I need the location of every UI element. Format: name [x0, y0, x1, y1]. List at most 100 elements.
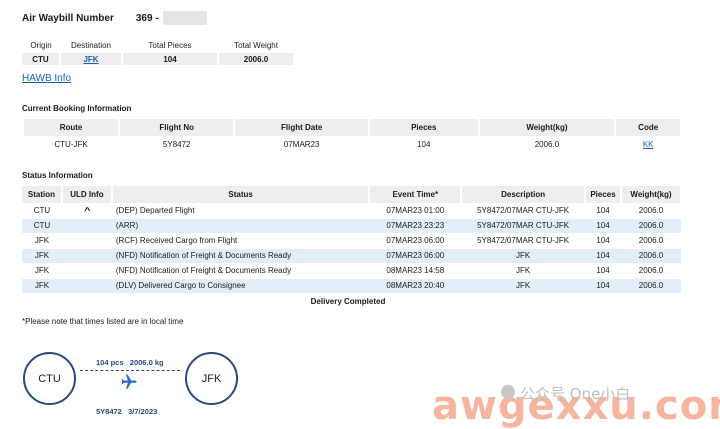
- status-uld: [61, 263, 112, 279]
- status-pieces: 104: [585, 203, 622, 219]
- route-line: [80, 370, 180, 371]
- booking-header-route: Route: [24, 119, 119, 136]
- summary-total-weight: 2006.0: [218, 53, 295, 65]
- status-description: 5Y8472/07MAR CTU-JFK: [461, 233, 586, 249]
- status-text: (NFD) Notification of Freight & Document…: [111, 263, 370, 279]
- status-station: JFK: [22, 263, 62, 279]
- status-pieces: 104: [585, 248, 622, 264]
- shipment-summary-table: Origin Destination Total Pieces Total We…: [22, 39, 295, 65]
- status-row: CTU ^ (DEP) Departed Flight 07MAR23 01:0…: [22, 203, 681, 219]
- origin-code: CTU: [38, 372, 61, 385]
- journey-flight: 5Y8472: [96, 407, 122, 416]
- awb-number-redacted: [162, 11, 207, 25]
- status-text: (NFD) Notification of Freight & Document…: [111, 248, 370, 264]
- status-description: 5Y8472/07MAR CTU-JFK: [461, 218, 586, 234]
- status-table: Station ULD Info Status Event Time* Desc…: [22, 186, 682, 294]
- status-weight: 2006.0: [621, 248, 681, 264]
- chevron-up-icon[interactable]: ^: [84, 206, 90, 215]
- status-uld: [61, 233, 112, 249]
- status-pieces: 104: [585, 218, 622, 234]
- status-description: JFK: [461, 278, 586, 294]
- status-row: CTU (ARR) 07MAR23 23:23 5Y8472/07MAR CTU…: [22, 218, 681, 234]
- summary-destination-link[interactable]: JFK: [83, 55, 98, 64]
- status-header-pieces: Pieces: [585, 186, 623, 203]
- status-text: (ARR): [111, 218, 370, 234]
- route-pieces: 104 pcs: [96, 358, 124, 367]
- status-station: JFK: [22, 248, 62, 264]
- status-header-station: Station: [22, 186, 63, 203]
- airplane-icon: [121, 374, 137, 389]
- booking-section-title: Current Booking Information: [22, 104, 132, 113]
- status-section-title: Status Information: [22, 171, 93, 180]
- hawb-info-link[interactable]: HAWB Info: [22, 73, 71, 84]
- origin-circle: CTU: [23, 352, 76, 405]
- awb-number-prefix: 369 -: [135, 12, 159, 24]
- booking-row: CTU-JFK 5Y8472 07MAR23 104 2006.0 KK: [24, 136, 680, 153]
- booking-header-flight-no: Flight No: [120, 119, 234, 136]
- route-summary: 104 pcs 2006.0 kg: [96, 358, 164, 367]
- status-row: JFK (RCF) Received Cargo from Flight 07M…: [22, 233, 681, 249]
- status-header-description: Description: [461, 186, 587, 203]
- booking-flight-no: 5Y8472: [162, 140, 191, 149]
- status-header-uld: ULD Info: [61, 186, 113, 203]
- status-text: (DEP) Departed Flight: [111, 203, 370, 219]
- booking-header-code: Code: [616, 119, 680, 136]
- status-description: 5Y8472/07MAR CTU-JFK: [461, 203, 586, 219]
- status-text: (DLV) Delivered Cargo to Consignee: [111, 278, 370, 294]
- status-event-time: 08MAR23 14:58: [369, 263, 462, 279]
- status-header-weight: Weight(kg): [621, 186, 682, 203]
- status-uld: [61, 248, 112, 264]
- booking-route: CTU-JFK: [54, 140, 88, 149]
- status-pieces: 104: [585, 263, 622, 279]
- status-uld: [61, 218, 112, 234]
- destination-circle: JFK: [185, 352, 238, 405]
- status-station: CTU: [22, 218, 62, 234]
- summary-destination-cell: JFK: [60, 53, 123, 65]
- summary-header-total-pieces: Total Pieces: [148, 41, 192, 50]
- status-event-time: 08MAR23 20:40: [369, 278, 462, 294]
- status-description: JFK: [461, 263, 586, 279]
- status-weight: 2006.0: [621, 263, 681, 279]
- status-pieces: 104: [585, 233, 622, 249]
- destination-code: JFK: [201, 372, 222, 385]
- status-event-time: 07MAR23 06:00: [369, 248, 462, 264]
- status-text: (RCF) Received Cargo from Flight: [111, 233, 370, 249]
- status-row: JFK (NFD) Notification of Freight & Docu…: [22, 248, 681, 264]
- summary-header-origin: Origin: [30, 41, 52, 50]
- status-uld: [61, 278, 112, 294]
- awb-label: Air Waybill Number: [22, 12, 114, 24]
- summary-header-total-weight: Total Weight: [234, 41, 278, 50]
- status-weight: 2006.0: [621, 233, 681, 249]
- status-header-status: Status: [111, 186, 371, 203]
- status-station: CTU: [22, 203, 62, 219]
- route-weight: 2006.0 kg: [129, 358, 164, 367]
- status-event-time: 07MAR23 23:23: [369, 218, 462, 234]
- status-pieces: 104: [585, 278, 622, 294]
- journey-date: 3/7/2023: [128, 407, 158, 416]
- wechat-watermark-icon: [501, 385, 515, 399]
- booking-flight-date: 07MAR23: [283, 140, 320, 149]
- status-row: JFK (NFD) Notification of Freight & Docu…: [22, 263, 681, 279]
- uld-expand-cell: ^: [61, 203, 112, 219]
- summary-header-destination: Destination: [70, 41, 112, 50]
- status-row: JFK (DLV) Delivered Cargo to Consignee 0…: [22, 278, 681, 294]
- status-weight: 2006.0: [621, 218, 681, 234]
- booking-weight: 2006.0: [534, 140, 560, 149]
- status-weight: 2006.0: [621, 278, 681, 294]
- status-station: JFK: [22, 278, 62, 294]
- flight-summary: 5Y8472 3/7/2023: [96, 407, 157, 416]
- status-header-event-time: Event Time*: [369, 186, 463, 203]
- status-weight: 2006.0: [621, 203, 681, 219]
- booking-pieces: 104: [417, 140, 431, 149]
- status-station: JFK: [22, 233, 62, 249]
- status-event-time: 07MAR23 01:00: [369, 203, 462, 219]
- time-note: *Please note that times listed are in lo…: [22, 317, 184, 326]
- status-event-time: 07MAR23 06:00: [369, 233, 462, 249]
- status-description: JFK: [461, 248, 586, 264]
- booking-header-pieces: Pieces: [370, 119, 478, 136]
- booking-header-weight: Weight(kg): [479, 119, 615, 136]
- summary-origin: CTU: [22, 53, 61, 65]
- booking-header-flight-date: Flight Date: [235, 119, 369, 136]
- booking-code-link[interactable]: KK: [643, 140, 654, 149]
- awb-header: Air Waybill Number 369 -: [22, 11, 207, 25]
